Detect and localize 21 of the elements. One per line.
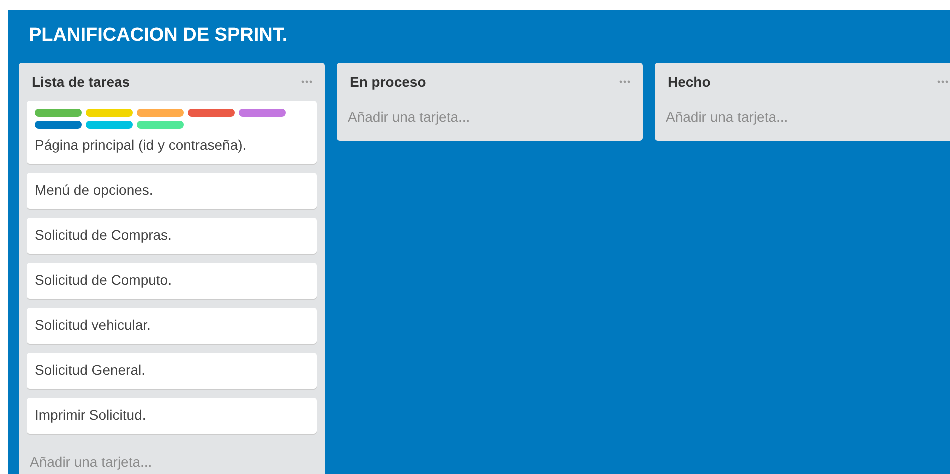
task-card[interactable]: Solicitud General. (27, 353, 317, 389)
task-card[interactable]: Página principal (id y contraseña). (27, 101, 317, 164)
card-title: Solicitud General. (35, 361, 147, 380)
more-icon[interactable] (301, 80, 313, 84)
task-card[interactable]: Solicitud vehicular. (27, 308, 317, 344)
task-card[interactable]: Solicitud de Compras. (27, 218, 317, 254)
list-title: Hecho (668, 74, 711, 90)
card-title: Imprimir Solicitud. (35, 406, 148, 425)
task-card[interactable]: Imprimir Solicitud. (27, 398, 317, 434)
card-title: Menú de opciones. (35, 181, 154, 200)
card-title: Solicitud de Compras. (35, 226, 173, 245)
task-card[interactable]: Menú de opciones. (27, 173, 317, 209)
list-title: En proceso (350, 74, 426, 90)
list-title: Lista de tareas (32, 74, 130, 90)
task-card[interactable]: Solicitud de Computo. (27, 263, 317, 299)
more-icon[interactable] (937, 80, 949, 84)
board-title: PLANIFICACION DE SPRINT. (29, 25, 289, 48)
card-title: Página principal (id y contraseña). (35, 136, 248, 155)
more-icon[interactable] (619, 80, 631, 84)
card-title: Solicitud vehicular. (35, 316, 152, 335)
card-title: Solicitud de Computo. (35, 271, 173, 290)
